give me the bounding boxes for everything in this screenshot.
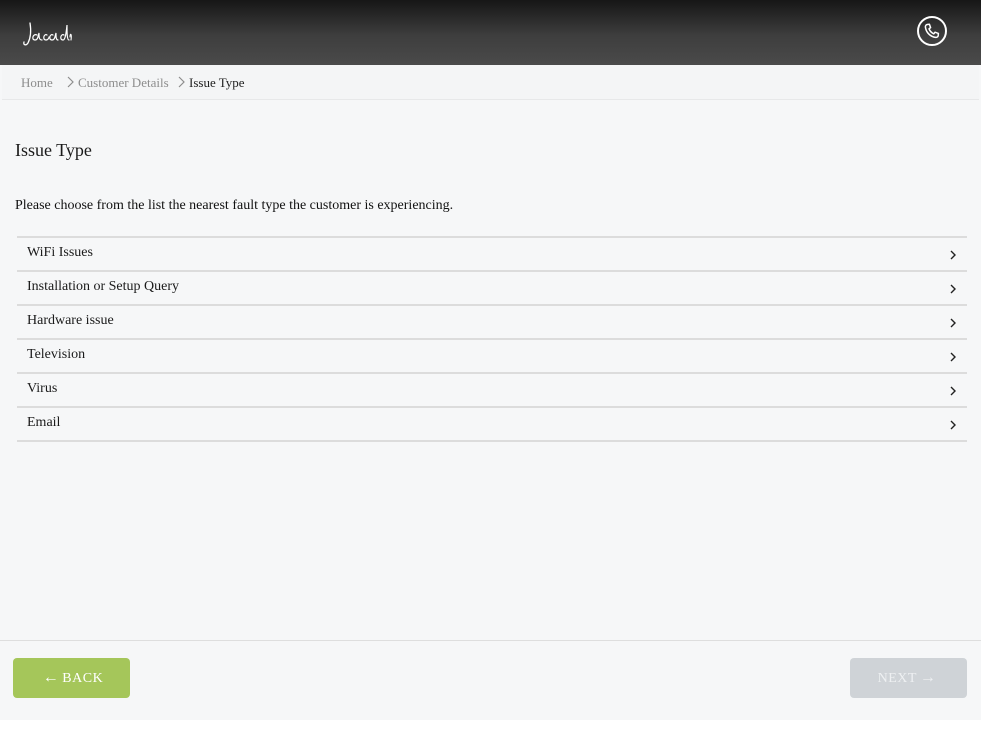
- footer-bar: ← BACK NEXT →: [0, 641, 981, 720]
- issue-item-email[interactable]: Email: [17, 408, 967, 442]
- issue-item-wifi[interactable]: WiFi Issues: [17, 238, 967, 272]
- main-content: Issue Type Please choose from the list t…: [2, 100, 979, 625]
- issue-item-television[interactable]: Television: [17, 340, 967, 374]
- chevron-right-icon: [950, 420, 956, 430]
- call-button[interactable]: [917, 16, 947, 46]
- chevron-right-icon: [67, 76, 74, 88]
- issue-item-virus[interactable]: Virus: [17, 374, 967, 408]
- chevron-right-icon: [950, 250, 956, 260]
- page-title: Issue Type: [15, 140, 92, 160]
- breadcrumb-issue-type: Issue Type: [189, 75, 245, 90]
- issue-item-installation[interactable]: Installation or Setup Query: [17, 272, 967, 306]
- chevron-right-icon: [178, 76, 185, 88]
- next-button-label: NEXT: [877, 671, 917, 686]
- next-button[interactable]: NEXT →: [850, 658, 967, 698]
- chevron-right-icon: [950, 284, 956, 294]
- back-button[interactable]: ← BACK: [13, 658, 130, 698]
- company-logo[interactable]: [22, 19, 72, 47]
- issue-item-label: Email: [27, 415, 61, 430]
- issue-item-label: Television: [27, 347, 86, 362]
- arrow-right-icon: →: [919, 669, 937, 686]
- chevron-right-icon: [950, 318, 956, 328]
- chevron-right-icon: [950, 352, 956, 362]
- breadcrumb-home[interactable]: Home: [21, 75, 53, 91]
- issue-type-list: WiFi Issues Installation or Setup Query …: [17, 236, 967, 442]
- chevron-right-icon: [950, 386, 956, 396]
- instructions-text: Please choose from the list the nearest …: [15, 198, 454, 213]
- issue-item-label: WiFi Issues: [27, 245, 93, 260]
- app-window: Home Customer Details Issue Type Issue T…: [0, 0, 981, 733]
- phone-icon: [924, 23, 940, 39]
- arrow-left-icon: ←: [42, 669, 60, 686]
- header-bar: [0, 0, 981, 65]
- issue-item-hardware[interactable]: Hardware issue: [17, 306, 967, 340]
- breadcrumb: Home Customer Details Issue Type: [2, 65, 979, 100]
- issue-item-label: Hardware issue: [27, 313, 114, 328]
- back-button-label: BACK: [62, 671, 104, 686]
- issue-item-label: Installation or Setup Query: [27, 279, 180, 294]
- issue-item-label: Virus: [27, 381, 58, 396]
- breadcrumb-customer-details[interactable]: Customer Details: [78, 75, 169, 91]
- bottom-strip: [0, 720, 981, 733]
